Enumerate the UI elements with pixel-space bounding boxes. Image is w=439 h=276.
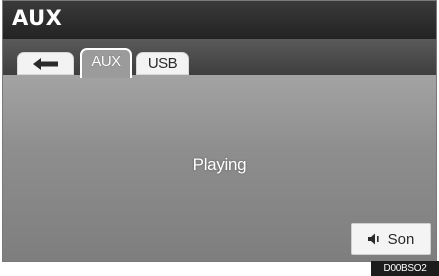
back-tab[interactable] xyxy=(17,52,74,75)
tab-aux-label: AUX xyxy=(91,53,121,70)
tab-bar: AUX USB xyxy=(3,39,436,78)
sound-button-label: Son xyxy=(387,230,415,248)
back-arrow-icon xyxy=(32,57,59,70)
figure-code: D00BSO2 xyxy=(371,261,439,276)
tab-usb-label: USB xyxy=(147,54,178,72)
speaker-icon xyxy=(367,233,380,245)
playback-area: Playing Son xyxy=(3,75,436,261)
tab-aux[interactable]: AUX xyxy=(80,48,132,78)
aux-screen: AUX AUX USB Playing Son xyxy=(2,0,437,262)
title-bar: AUX xyxy=(3,1,436,39)
tab-usb[interactable]: USB xyxy=(136,52,189,75)
sound-button[interactable]: Son xyxy=(351,223,431,255)
playback-status: Playing xyxy=(192,155,247,174)
screen-title: AUX xyxy=(12,6,63,30)
